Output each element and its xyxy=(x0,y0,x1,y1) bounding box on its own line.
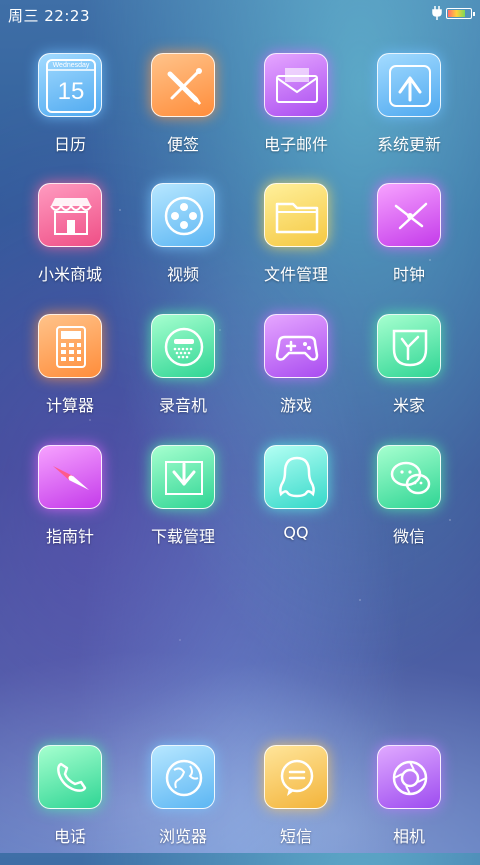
app-label: 计算器 xyxy=(45,396,94,415)
sms-icon xyxy=(264,745,328,809)
app-wechat[interactable]: 微信 xyxy=(359,445,459,565)
app-compass[interactable]: 指南针 xyxy=(20,445,120,565)
status-bar: 周三 22:23 xyxy=(0,0,480,28)
app-label: 日历 xyxy=(53,135,86,154)
app-label: 相机 xyxy=(392,827,425,846)
app-label: 视频 xyxy=(166,265,199,284)
notes-icon xyxy=(151,53,215,117)
app-label: 录音机 xyxy=(158,396,207,415)
app-label: 短信 xyxy=(279,827,312,846)
app-file-manager[interactable]: 文件管理 xyxy=(246,183,346,303)
app-video[interactable]: 视频 xyxy=(133,183,233,303)
folder-icon xyxy=(264,183,328,247)
app-label: 便签 xyxy=(166,135,199,154)
app-label: 微信 xyxy=(392,527,425,546)
app-label: 米家 xyxy=(392,396,425,415)
app-recorder[interactable]: 录音机 xyxy=(133,314,233,434)
app-calculator[interactable]: 计算器 xyxy=(20,314,120,434)
calculator-icon xyxy=(38,314,102,378)
gamepad-icon xyxy=(264,314,328,378)
app-clock[interactable]: 时钟 xyxy=(359,183,459,303)
store-icon xyxy=(38,183,102,247)
dock-browser[interactable]: 浏览器 xyxy=(133,745,233,865)
app-label: 电子邮件 xyxy=(263,135,328,154)
status-day-time: 周三 22:23 xyxy=(8,7,90,25)
update-icon xyxy=(377,53,441,117)
dock-sms[interactable]: 短信 xyxy=(246,745,346,865)
app-label: 浏览器 xyxy=(158,827,207,846)
mihome-icon xyxy=(377,314,441,378)
app-mi-store[interactable]: 小米商城 xyxy=(20,183,120,303)
wechat-icon xyxy=(377,445,441,509)
battery-icon xyxy=(446,8,475,19)
app-games[interactable]: 游戏 xyxy=(246,314,346,434)
app-calendar[interactable]: Wednesday 15 日历 xyxy=(20,53,120,173)
dock-camera[interactable]: 相机 xyxy=(359,745,459,865)
app-qq[interactable]: QQ xyxy=(246,445,346,565)
app-download-manager[interactable]: 下载管理 xyxy=(133,445,233,565)
qq-icon xyxy=(264,445,328,509)
charging-icon xyxy=(432,6,442,20)
app-label: 下载管理 xyxy=(150,527,215,546)
calendar-date: 15 xyxy=(58,78,85,105)
dock-phone[interactable]: 电话 xyxy=(20,745,120,865)
clock-icon xyxy=(377,183,441,247)
download-icon xyxy=(151,445,215,509)
app-email[interactable]: 电子邮件 xyxy=(246,53,346,173)
app-system-update[interactable]: 系统更新 xyxy=(359,53,459,173)
app-notes[interactable]: 便签 xyxy=(133,53,233,173)
browser-icon xyxy=(151,745,215,809)
camera-icon xyxy=(377,745,441,809)
app-label: 电话 xyxy=(53,827,86,846)
app-label: 系统更新 xyxy=(376,135,441,154)
video-icon xyxy=(151,183,215,247)
recorder-icon xyxy=(151,314,215,378)
calendar-icon: Wednesday 15 xyxy=(38,53,102,117)
app-mi-home[interactable]: 米家 xyxy=(359,314,459,434)
app-label: 小米商城 xyxy=(37,265,102,284)
app-label: 游戏 xyxy=(279,396,312,415)
app-label: 时钟 xyxy=(392,265,425,284)
app-label: QQ xyxy=(283,523,309,542)
app-label: 文件管理 xyxy=(263,265,328,284)
compass-icon xyxy=(38,445,102,509)
email-icon xyxy=(264,53,328,117)
app-label: 指南针 xyxy=(45,527,94,546)
calendar-weekday: Wednesday xyxy=(53,62,90,69)
phone-icon xyxy=(38,745,102,809)
